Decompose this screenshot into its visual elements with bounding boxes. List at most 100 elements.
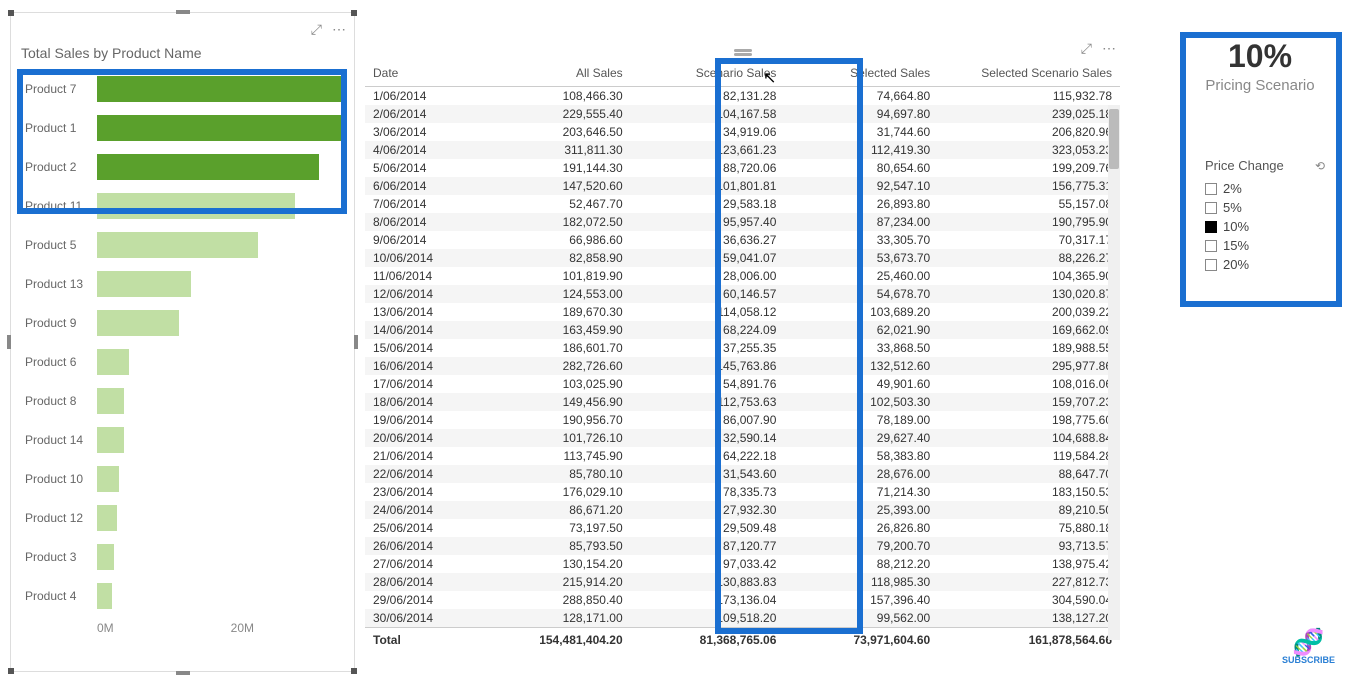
table-row[interactable]: 16/06/2014282,726.60145,763.86132,512.60… bbox=[365, 357, 1120, 375]
table-row[interactable]: 8/06/2014182,072.5095,957.4087,234.00190… bbox=[365, 213, 1120, 231]
table-row[interactable]: 30/06/2014128,171.00109,518.2099,562.001… bbox=[365, 609, 1120, 628]
table-row[interactable]: 18/06/2014149,456.90112,753.63102,503.30… bbox=[365, 393, 1120, 411]
bar-row[interactable]: Product 12 bbox=[25, 498, 344, 537]
clear-selection-icon[interactable]: ⟲ bbox=[1315, 159, 1325, 173]
more-options-icon[interactable]: ⋯ bbox=[1102, 40, 1116, 57]
table-row[interactable]: 4/06/2014311,811.30123,661.23112,419.303… bbox=[365, 141, 1120, 159]
bar-fill[interactable] bbox=[97, 232, 258, 258]
table-drag-bar[interactable]: ⤢ ⋯ bbox=[365, 40, 1120, 60]
table-row[interactable]: 3/06/2014203,646.5034,919.0631,744.60206… bbox=[365, 123, 1120, 141]
kpi-card[interactable]: 10% Pricing Scenario bbox=[1180, 38, 1340, 128]
resize-handle[interactable] bbox=[351, 668, 357, 674]
bar-row[interactable]: Product 8 bbox=[25, 381, 344, 420]
checkbox-icon[interactable] bbox=[1205, 240, 1217, 252]
data-table[interactable]: Date All Sales Scenario Sales Selected S… bbox=[365, 60, 1120, 652]
slicer-option[interactable]: 15% bbox=[1205, 236, 1325, 255]
table-row[interactable]: 9/06/201466,986.6036,636.2733,305.7070,3… bbox=[365, 231, 1120, 249]
table-row[interactable]: 1/06/2014108,466.3082,131.2874,664.80115… bbox=[365, 87, 1120, 106]
table-row[interactable]: 6/06/2014147,520.60101,801.8192,547.1015… bbox=[365, 177, 1120, 195]
bar-fill[interactable] bbox=[97, 154, 319, 180]
scrollbar-thumb[interactable] bbox=[1109, 109, 1119, 169]
table-row[interactable]: 21/06/2014113,745.9064,222.1858,383.8011… bbox=[365, 447, 1120, 465]
vertical-scrollbar[interactable] bbox=[1108, 105, 1120, 640]
bar-row[interactable]: Product 5 bbox=[25, 225, 344, 264]
table-row[interactable]: 23/06/2014176,029.1078,335.7371,214.3018… bbox=[365, 483, 1120, 501]
bar-track bbox=[97, 349, 344, 375]
bar-fill[interactable] bbox=[97, 310, 179, 336]
bar-label: Product 10 bbox=[25, 472, 97, 486]
chart-plot-area[interactable]: Product 7Product 1Product 2Product 11Pro… bbox=[11, 69, 354, 615]
resize-handle[interactable] bbox=[354, 335, 358, 349]
table-row[interactable]: 10/06/201482,858.9059,041.0753,673.7088,… bbox=[365, 249, 1120, 267]
bar-fill[interactable] bbox=[97, 466, 119, 492]
table-row[interactable]: 17/06/2014103,025.9054,891.7649,901.6010… bbox=[365, 375, 1120, 393]
resize-handle[interactable] bbox=[7, 335, 11, 349]
table-row[interactable]: 27/06/2014130,154.2097,033.4288,212.2013… bbox=[365, 555, 1120, 573]
bar-fill[interactable] bbox=[97, 583, 112, 609]
resize-handle[interactable] bbox=[8, 10, 14, 16]
bar-row[interactable]: Product 10 bbox=[25, 459, 344, 498]
checkbox-icon[interactable] bbox=[1205, 183, 1217, 195]
table-row[interactable]: 24/06/201486,671.2027,932.3025,393.0089,… bbox=[365, 501, 1120, 519]
bar-row[interactable]: Product 7 bbox=[25, 69, 344, 108]
table-row[interactable]: 13/06/2014189,670.30114,058.12103,689.20… bbox=[365, 303, 1120, 321]
bar-fill[interactable] bbox=[97, 427, 124, 453]
bar-row[interactable]: Product 13 bbox=[25, 264, 344, 303]
bar-row[interactable]: Product 9 bbox=[25, 303, 344, 342]
table-row[interactable]: 28/06/2014215,914.20130,883.83118,985.30… bbox=[365, 573, 1120, 591]
col-header-selscen[interactable]: Selected Scenario Sales bbox=[938, 60, 1120, 87]
col-header-sel[interactable]: Selected Sales bbox=[784, 60, 938, 87]
bar-fill[interactable] bbox=[97, 115, 342, 141]
col-header-date[interactable]: Date bbox=[365, 60, 477, 87]
table-row[interactable]: 5/06/2014191,144.3088,720.0680,654.60199… bbox=[365, 159, 1120, 177]
drag-handle-icon[interactable] bbox=[734, 49, 752, 52]
bar-fill[interactable] bbox=[97, 505, 117, 531]
price-change-slicer[interactable]: Price Change ⟲ 2%5%10%15%20% bbox=[1195, 150, 1335, 284]
slicer-option[interactable]: 20% bbox=[1205, 255, 1325, 274]
resize-handle[interactable] bbox=[351, 10, 357, 16]
table-row[interactable]: 19/06/2014190,956.7086,007.9078,189.0019… bbox=[365, 411, 1120, 429]
bar-row[interactable]: Product 2 bbox=[25, 147, 344, 186]
bar-fill[interactable] bbox=[97, 76, 344, 102]
slicer-option[interactable]: 10% bbox=[1205, 217, 1325, 236]
slicer-option[interactable]: 5% bbox=[1205, 198, 1325, 217]
table-row[interactable]: 15/06/2014186,601.7037,255.3533,868.5018… bbox=[365, 339, 1120, 357]
table-row[interactable]: 12/06/2014124,553.0060,146.5754,678.7013… bbox=[365, 285, 1120, 303]
table-row[interactable]: 25/06/201473,197.5029,509.4826,826.8075,… bbox=[365, 519, 1120, 537]
checkbox-icon[interactable] bbox=[1205, 221, 1217, 233]
bar-fill[interactable] bbox=[97, 349, 129, 375]
table-row[interactable]: 20/06/2014101,726.1032,590.1429,627.4010… bbox=[365, 429, 1120, 447]
bar-fill[interactable] bbox=[97, 388, 124, 414]
table-row[interactable]: 14/06/2014163,459.9068,224.0962,021.9016… bbox=[365, 321, 1120, 339]
resize-handle[interactable] bbox=[176, 671, 190, 675]
bar-row[interactable]: Product 14 bbox=[25, 420, 344, 459]
col-header-all[interactable]: All Sales bbox=[477, 60, 631, 87]
table-row[interactable]: 26/06/201485,793.5087,120.7779,200.7093,… bbox=[365, 537, 1120, 555]
bar-row[interactable]: Product 11 bbox=[25, 186, 344, 225]
table-row[interactable]: 7/06/201452,467.7029,583.1826,893.8055,1… bbox=[365, 195, 1120, 213]
bar-row[interactable]: Product 3 bbox=[25, 537, 344, 576]
focus-mode-icon[interactable]: ⤢ bbox=[311, 21, 322, 38]
cell-selscen: 55,157.08 bbox=[938, 195, 1120, 213]
table-row[interactable]: 29/06/2014288,850.40173,136.04157,396.40… bbox=[365, 591, 1120, 609]
col-header-scen[interactable]: Scenario Sales bbox=[631, 60, 785, 87]
more-options-icon[interactable]: ⋯ bbox=[332, 21, 346, 38]
table-row[interactable]: 22/06/201485,780.1031,543.6028,676.0088,… bbox=[365, 465, 1120, 483]
table-row[interactable]: 11/06/2014101,819.9028,006.0025,460.0010… bbox=[365, 267, 1120, 285]
checkbox-icon[interactable] bbox=[1205, 202, 1217, 214]
bar-chart-visual[interactable]: ⤢ ⋯ Total Sales by Product Name Product … bbox=[10, 12, 355, 672]
table-row[interactable]: 2/06/2014229,555.40104,167.5894,697.8023… bbox=[365, 105, 1120, 123]
bar-row[interactable]: Product 1 bbox=[25, 108, 344, 147]
bar-row[interactable]: Product 6 bbox=[25, 342, 344, 381]
subscribe-badge[interactable]: 🧬 SUBSCRIBE bbox=[1282, 629, 1335, 665]
bar-fill[interactable] bbox=[97, 544, 114, 570]
checkbox-icon[interactable] bbox=[1205, 259, 1217, 271]
table-visual[interactable]: ⤢ ⋯ Date All Sales Scenario Sales Select… bbox=[365, 40, 1120, 630]
slicer-option[interactable]: 2% bbox=[1205, 179, 1325, 198]
bar-row[interactable]: Product 4 bbox=[25, 576, 344, 615]
bar-fill[interactable] bbox=[97, 271, 191, 297]
resize-handle[interactable] bbox=[176, 10, 190, 14]
resize-handle[interactable] bbox=[8, 668, 14, 674]
bar-fill[interactable] bbox=[97, 193, 295, 219]
focus-mode-icon[interactable]: ⤢ bbox=[1081, 40, 1092, 57]
